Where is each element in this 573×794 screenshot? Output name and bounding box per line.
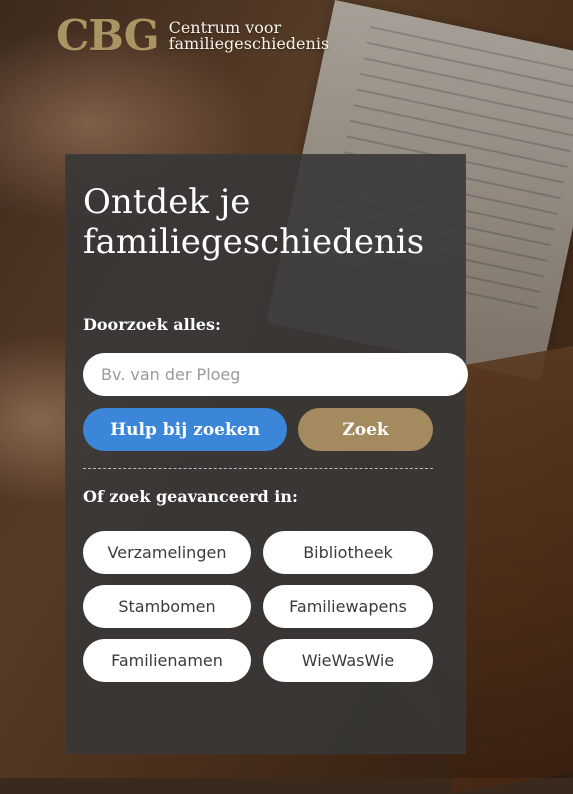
page-title-line-2: familiegeschiedenis [83, 222, 425, 262]
cbg-logo-link[interactable]: CBG Centrum voor familiegeschiedenis [56, 15, 329, 57]
advanced-option-bibliotheek[interactable]: Bibliotheek [263, 531, 433, 574]
cbg-logo-text: Centrum voor familiegeschiedenis [169, 20, 330, 52]
search-input[interactable] [83, 353, 468, 396]
advanced-option-stambomen[interactable]: Stambomen [83, 585, 251, 628]
page-title-line-1: Ontdek je [83, 182, 251, 222]
advanced-option-familiewapens[interactable]: Familiewapens [263, 585, 433, 628]
advanced-option-verzamelingen[interactable]: Verzamelingen [83, 531, 251, 574]
search-label: Doorzoek alles: [83, 315, 221, 334]
search-help-button[interactable]: Hulp bij zoeken [83, 408, 287, 451]
search-submit-button[interactable]: Zoek [298, 408, 433, 451]
cbg-logo-mark: CBG [56, 11, 160, 60]
advanced-search-label: Of zoek geavanceerd in: [83, 487, 298, 506]
search-panel: Ontdek je familiegeschiedenis Doorzoek a… [65, 154, 468, 754]
advanced-option-wiewaswie[interactable]: WieWasWie [263, 639, 433, 682]
logo-text-line-2: familiegeschiedenis [168, 34, 330, 53]
page-title: Ontdek je familiegeschiedenis [83, 182, 453, 262]
advanced-option-familienamen[interactable]: Familienamen [83, 639, 251, 682]
dashed-divider [83, 468, 433, 469]
